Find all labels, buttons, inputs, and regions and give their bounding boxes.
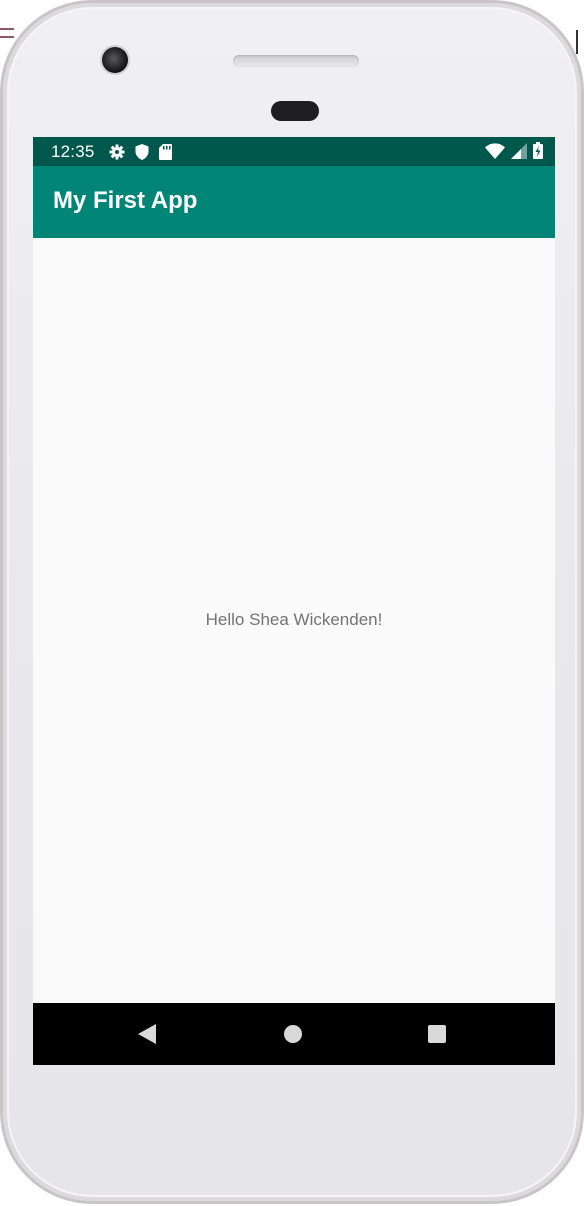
back-icon (137, 1023, 157, 1045)
shield-icon (135, 143, 149, 160)
device-screen: 12:35 My First App Hello Shea Wickenden! (33, 137, 555, 1065)
navigation-bar (33, 1003, 555, 1065)
sd-card-icon (158, 143, 172, 160)
home-button[interactable] (263, 1003, 323, 1065)
status-bar: 12:35 (33, 137, 555, 166)
background-edge-mark (576, 30, 578, 54)
wifi-icon (485, 142, 505, 159)
recents-icon (427, 1024, 447, 1044)
app-title: My First App (53, 187, 198, 214)
phone-frame: 12:35 My First App Hello Shea Wickenden! (0, 0, 584, 1204)
app-bar: My First App (33, 166, 555, 238)
main-content: Hello Shea Wickenden! (33, 238, 555, 1003)
earpiece-speaker (233, 55, 359, 67)
recents-button[interactable] (407, 1003, 467, 1065)
proximity-sensor (271, 101, 319, 121)
home-icon (283, 1024, 303, 1044)
front-camera (102, 47, 128, 73)
signal-icon (511, 142, 527, 159)
settings-gear-icon (109, 144, 125, 160)
hello-message: Hello Shea Wickenden! (205, 610, 383, 629)
battery-charging-icon (533, 142, 543, 159)
back-button[interactable] (117, 1003, 177, 1065)
status-time: 12:35 (51, 141, 95, 161)
